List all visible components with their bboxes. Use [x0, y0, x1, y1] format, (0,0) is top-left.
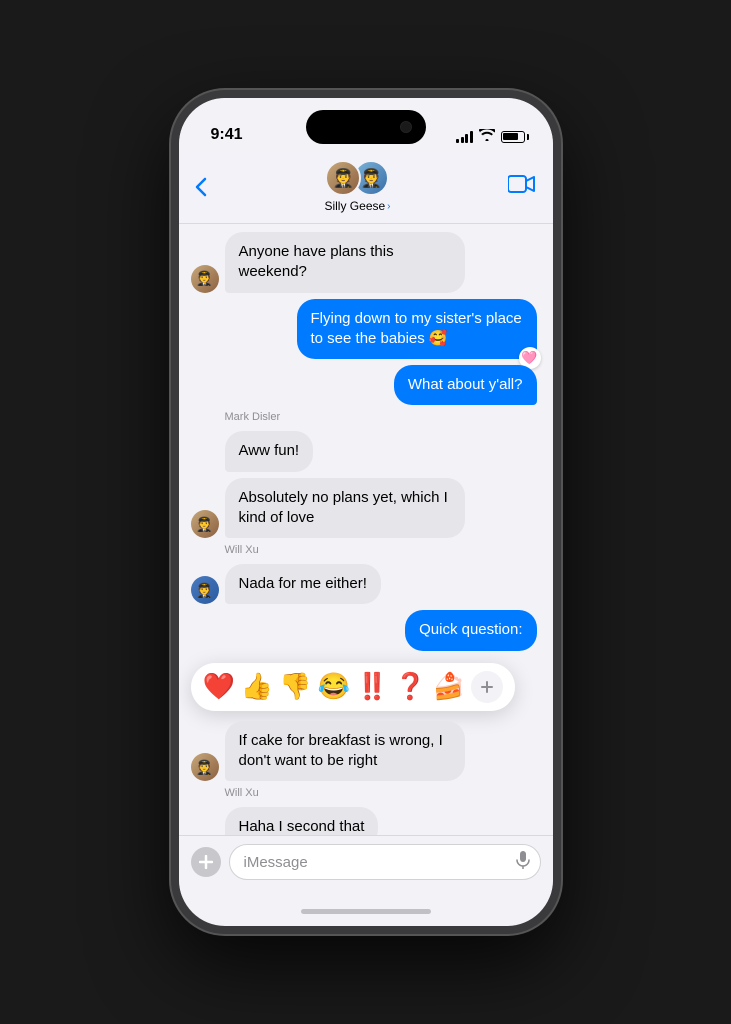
message-row: 🧑‍✈️ Anyone have plans this weekend?	[191, 232, 541, 293]
avatar-msg1: 🧑‍✈️	[191, 265, 219, 293]
bubble-text-msg4: Aww fun!	[239, 442, 300, 459]
emoji-bar-container: ❤️ 👍 👎 😂 ‼️ ❓ 🍰	[191, 663, 541, 711]
bubble-text-msg1: Anyone have plans this weekend?	[239, 243, 394, 280]
message-row-sent1: Flying down to my sister's place to see …	[297, 299, 537, 360]
sender-label-mark: Mark Disler	[225, 411, 541, 423]
message-row-sent-partial: Quick question:	[191, 610, 541, 650]
emoji-exclaim[interactable]: ‼️	[356, 671, 388, 702]
bubble-text-msg8: If cake for breakfast is wrong, I don't …	[239, 732, 443, 769]
bubble-text-msg5: Absolutely no plans yet, which I kind of…	[239, 489, 448, 526]
sender-label-will1: Will Xu	[225, 544, 541, 556]
emoji-haha[interactable]: 😂	[318, 671, 350, 702]
bubble-msg3: What about y'all?	[394, 365, 537, 405]
bubble-text-msg6: Nada for me either!	[239, 575, 367, 592]
bubble-msg5: Absolutely no plans yet, which I kind of…	[225, 478, 465, 539]
message-row-recv6: 🧑‍✈️ Nada for me either!	[191, 564, 541, 604]
signal-bar-1	[456, 139, 459, 143]
message-row-sent2: What about y'all?	[191, 365, 537, 405]
emoji-bar-add[interactable]	[471, 671, 503, 703]
bubble-text-msg2: Flying down to my sister's place to see …	[311, 310, 522, 347]
back-button[interactable]	[195, 177, 207, 197]
phone-frame: 9:41	[171, 90, 561, 934]
bubble-msg6: Nada for me either!	[225, 564, 381, 604]
input-bar: iMessage	[179, 835, 553, 896]
input-placeholder: iMessage	[244, 854, 308, 871]
emoji-heart[interactable]: ❤️	[203, 671, 235, 702]
bubble-msg1: Anyone have plans this weekend?	[225, 232, 465, 293]
bubble-text-msg9: Haha I second that	[239, 818, 365, 835]
bubble-text-msg7: Quick question:	[419, 621, 522, 638]
bubble-msg9: Haha I second that	[225, 807, 379, 835]
message-row-recv8: 🧑‍✈️ If cake for breakfast is wrong, I d…	[191, 721, 541, 782]
mic-button[interactable]	[516, 851, 530, 874]
battery-fill	[503, 133, 518, 140]
message-row-recv9: Haha I second that 👟👟	[191, 807, 541, 835]
emoji-thumbsdown[interactable]: 👎	[279, 671, 311, 702]
screen: 9:41	[179, 98, 553, 926]
signal-bar-4	[470, 131, 473, 143]
group-name: Silly Geese	[324, 199, 385, 213]
bubble-text-msg3: What about y'all?	[408, 376, 523, 393]
emoji-bar: ❤️ 👍 👎 😂 ‼️ ❓ 🍰	[191, 663, 516, 711]
dynamic-island	[306, 110, 426, 144]
status-time: 9:41	[211, 126, 243, 144]
status-icons	[456, 129, 525, 144]
nav-title: Silly Geese ›	[324, 199, 390, 213]
message-input-field[interactable]: iMessage	[229, 844, 541, 880]
bubble-msg4: Aww fun!	[225, 431, 314, 471]
nav-bar: 🧑‍✈️ 🧑‍✈️ Silly Geese ›	[179, 152, 553, 224]
home-indicator	[179, 896, 553, 926]
emoji-thumbsup[interactable]: 👍	[241, 671, 273, 702]
signal-bar-3	[465, 134, 468, 143]
add-attachment-button[interactable]	[191, 847, 221, 877]
signal-bars-icon	[456, 131, 473, 143]
bubble-msg8: If cake for breakfast is wrong, I don't …	[225, 721, 465, 782]
sender-label-will2: Will Xu	[225, 787, 541, 799]
message-row-recv4: Aww fun!	[191, 431, 541, 471]
nav-avatars: 🧑‍✈️ 🧑‍✈️	[325, 160, 389, 196]
video-call-button[interactable]	[508, 174, 536, 200]
signal-bar-2	[461, 137, 464, 143]
bubble-msg2: Flying down to my sister's place to see …	[297, 299, 537, 360]
message-row-recv5: 🧑‍✈️ Absolutely no plans yet, which I ki…	[191, 478, 541, 539]
home-bar	[301, 909, 431, 914]
nav-center[interactable]: 🧑‍✈️ 🧑‍✈️ Silly Geese ›	[324, 160, 390, 213]
messages-area[interactable]: 🧑‍✈️ Anyone have plans this weekend? Fly…	[179, 224, 553, 835]
battery-icon	[501, 131, 525, 143]
emoji-question[interactable]: ❓	[394, 671, 426, 702]
nav-chevron-icon: ›	[387, 201, 390, 212]
avatar-1: 🧑‍✈️	[325, 160, 361, 196]
avatar-msg6: 🧑‍✈️	[191, 576, 219, 604]
bubble-msg7: Quick question:	[405, 610, 536, 650]
avatar-msg8: 🧑‍✈️	[191, 753, 219, 781]
avatar-msg5: 🧑‍✈️	[191, 510, 219, 538]
emoji-cake[interactable]: 🍰	[433, 671, 465, 702]
wifi-icon	[479, 129, 495, 144]
